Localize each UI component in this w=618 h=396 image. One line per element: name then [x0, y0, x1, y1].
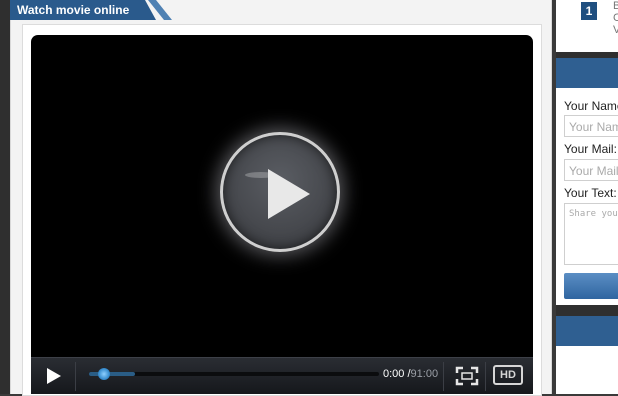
- name-label: Your Name: [564, 99, 618, 113]
- item-title-line: B: [613, 0, 618, 12]
- control-divider: [75, 362, 76, 391]
- play-icon: [47, 368, 61, 384]
- rank-badge: 1: [581, 2, 597, 20]
- email-field[interactable]: Your Mail: [564, 159, 618, 181]
- sidebar-widget: [556, 316, 618, 394]
- mail-label: Your Mail:: [564, 142, 617, 156]
- text-label: Your Text:: [564, 186, 617, 200]
- seek-bar[interactable]: [89, 368, 379, 380]
- hd-label: HD: [493, 365, 523, 385]
- form-header: [556, 58, 618, 88]
- submit-button[interactable]: [564, 273, 618, 299]
- fullscreen-button[interactable]: [455, 366, 479, 386]
- player-control-bar: 0:00 /91:00 HD: [31, 357, 533, 394]
- current-time: 0:00: [383, 368, 405, 380]
- comment-form: Your Name Your Nam Your Mail: Your Mail …: [556, 58, 618, 305]
- duration: 91:00: [410, 368, 439, 380]
- name-field[interactable]: Your Nam: [564, 115, 618, 137]
- buffered-progress: [89, 372, 136, 376]
- section-title: Watch movie online: [17, 3, 130, 17]
- hd-button[interactable]: HD: [493, 365, 523, 387]
- control-divider: [485, 362, 486, 391]
- item-title-line: C: [613, 12, 618, 24]
- sidebar-top-item[interactable]: 1 B C V: [556, 0, 618, 52]
- item-title-line: V: [613, 24, 618, 36]
- time-display: 0:00 /91:00: [383, 368, 438, 380]
- play-button[interactable]: [41, 366, 65, 386]
- control-divider: [443, 362, 444, 391]
- page-background: [0, 0, 10, 394]
- big-play-button[interactable]: [220, 132, 340, 252]
- widget-header: [556, 316, 618, 346]
- fullscreen-icon: [455, 366, 479, 386]
- play-icon: [245, 169, 310, 219]
- video-player[interactable]: 0:00 /91:00 HD: [31, 35, 533, 394]
- message-textarea[interactable]: Share your: [564, 203, 618, 265]
- seek-handle[interactable]: [97, 368, 110, 380]
